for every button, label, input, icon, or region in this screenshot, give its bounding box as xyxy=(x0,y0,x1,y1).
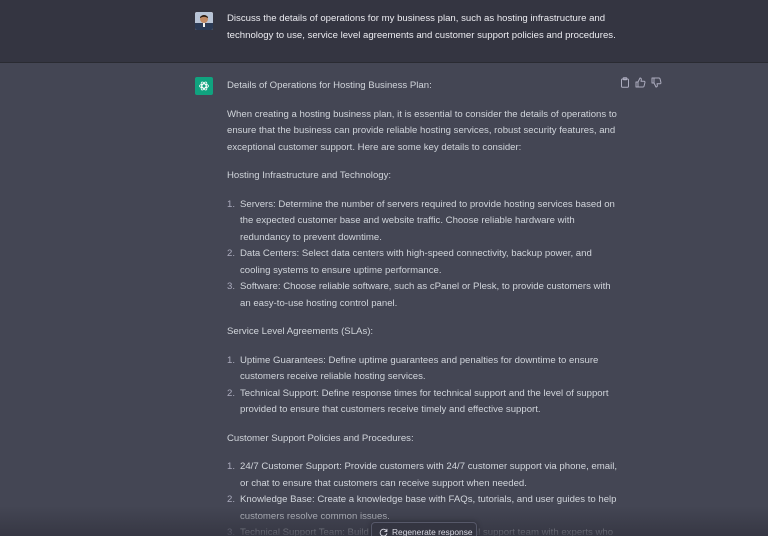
list-item-text: Software: Choose reliable software, such… xyxy=(240,281,611,309)
list-item: 2. Technical Support: Define response tim… xyxy=(227,386,619,419)
list-number: 2. xyxy=(227,248,236,259)
user-message-text: Discuss the details of operations for my… xyxy=(227,11,627,44)
list-item: 2. Data Centers: Select data centers with… xyxy=(227,246,619,279)
clipboard-icon[interactable] xyxy=(619,77,630,88)
list-number: 1. xyxy=(227,461,236,472)
list-number: 2. xyxy=(227,387,236,399)
list-item: 1. Uptime Guarantees: Define uptime guara… xyxy=(227,353,619,386)
assistant-message-row: Details of Operations for Hosting Busine… xyxy=(0,63,768,536)
refresh-icon xyxy=(379,528,388,536)
list-item-text: Knowledge Base: Create a knowledge base … xyxy=(240,494,617,522)
section-list: 1. Servers: Determine the number of serve… xyxy=(227,197,619,313)
user-message-line: technology to use, service level agreeme… xyxy=(227,29,616,41)
section-heading: Service Level Agreements (SLAs): xyxy=(227,326,374,337)
message-actions xyxy=(619,77,662,88)
list-item-text: Servers: Determine the number of servers… xyxy=(240,198,615,243)
response-intro: When creating a hosting business plan, i… xyxy=(227,108,617,153)
list-item: 3. Software: Choose reliable software, su… xyxy=(227,279,619,312)
user-avatar xyxy=(195,12,213,30)
list-item: 2. Knowledge Base: Create a knowledge bas… xyxy=(227,492,619,525)
section-list: 1. Uptime Guarantees: Define uptime guara… xyxy=(227,353,619,419)
list-item: 1. 24/7 Customer Support: Provide custome… xyxy=(227,459,619,492)
list-item-text: Technical Support: Define response times… xyxy=(240,387,609,416)
list-item: 1. Servers: Determine the number of serve… xyxy=(227,197,619,247)
list-number: 2. xyxy=(227,494,236,505)
regenerate-label: Regenerate response xyxy=(392,527,473,536)
list-item-text: 24/7 Customer Support: Provide customers… xyxy=(240,461,618,489)
section-heading: Customer Support Policies and Procedures… xyxy=(227,432,414,444)
section-heading: Hosting Infrastructure and Technology: xyxy=(227,170,392,181)
list-number: 3. xyxy=(227,527,236,536)
list-item-text: Data Centers: Select data centers with h… xyxy=(240,248,592,276)
response-title: Details of Operations for Hosting Busine… xyxy=(227,80,432,91)
thumbs-down-icon[interactable] xyxy=(651,77,662,88)
regenerate-response-button[interactable]: Regenerate response xyxy=(371,522,477,536)
list-number: 3. xyxy=(227,281,236,292)
list-item-text: Uptime Guarantees: Define uptime guarant… xyxy=(240,354,599,383)
assistant-message-content: Details of Operations for Hosting Busine… xyxy=(227,78,619,536)
thumbs-up-icon[interactable] xyxy=(635,77,646,88)
list-number: 1. xyxy=(227,198,236,210)
user-message-row: Discuss the details of operations for my… xyxy=(0,0,768,63)
list-number: 1. xyxy=(227,354,236,366)
user-message-line: Discuss the details of operations for my… xyxy=(227,13,606,24)
chatgpt-logo-icon xyxy=(195,77,213,95)
